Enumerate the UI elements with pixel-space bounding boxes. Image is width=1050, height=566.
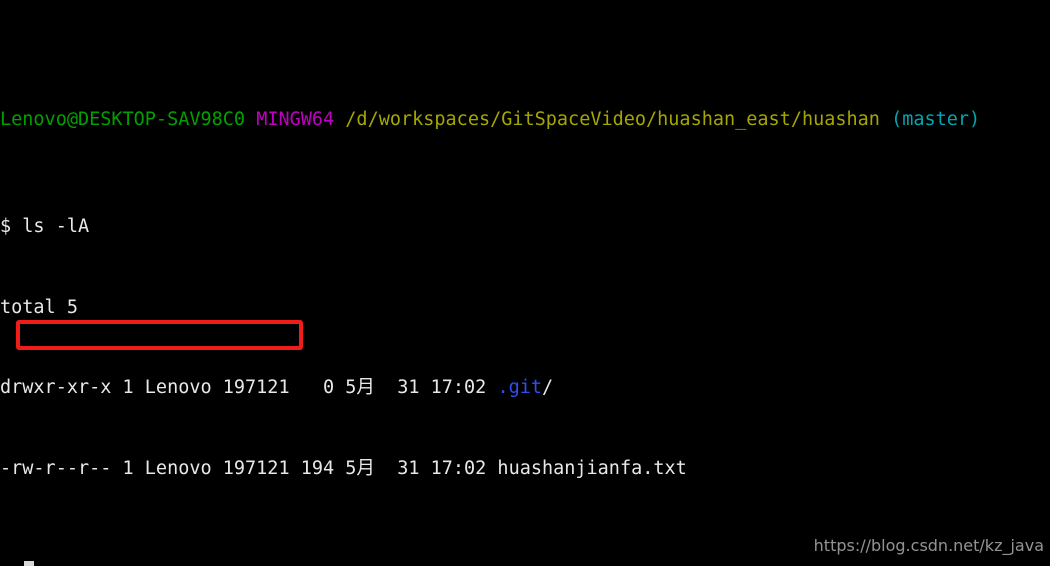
- terminal-window[interactable]: Lenovo@DESKTOP-SAV98C0 MINGW64 /d/worksp…: [0, 0, 1050, 566]
- text-cursor: [24, 561, 34, 566]
- terminal-screen[interactable]: Lenovo@DESKTOP-SAV98C0 MINGW64 /d/worksp…: [0, 0, 1050, 566]
- prompt-path: /d/workspaces/GitSpaceVideo/huashan_east…: [345, 109, 880, 131]
- output-total: total 5: [0, 296, 78, 318]
- output-dir-entry: drwxr-xr-x 1 Lenovo 197121 0 5月 31 17:02…: [0, 375, 1050, 402]
- prompt-user-host: Lenovo@DESKTOP-SAV98C0: [0, 109, 246, 131]
- directory-slash: /: [542, 377, 554, 399]
- output-file-entry: -rw-r--r-- 1 Lenovo 197121 194 5月 31 17:…: [0, 457, 687, 479]
- prompt-branch: (master): [891, 109, 981, 131]
- directory-name: .git: [497, 377, 542, 399]
- prompt-shell: MINGW64: [256, 109, 335, 131]
- command-line-ls[interactable]: $ ls -lA: [0, 214, 1050, 241]
- prompt-line: Lenovo@DESKTOP-SAV98C0 MINGW64 /d/worksp…: [0, 107, 1050, 134]
- listing-meta: drwxr-xr-x 1 Lenovo 197121 0 5月 31 17:02: [0, 377, 498, 399]
